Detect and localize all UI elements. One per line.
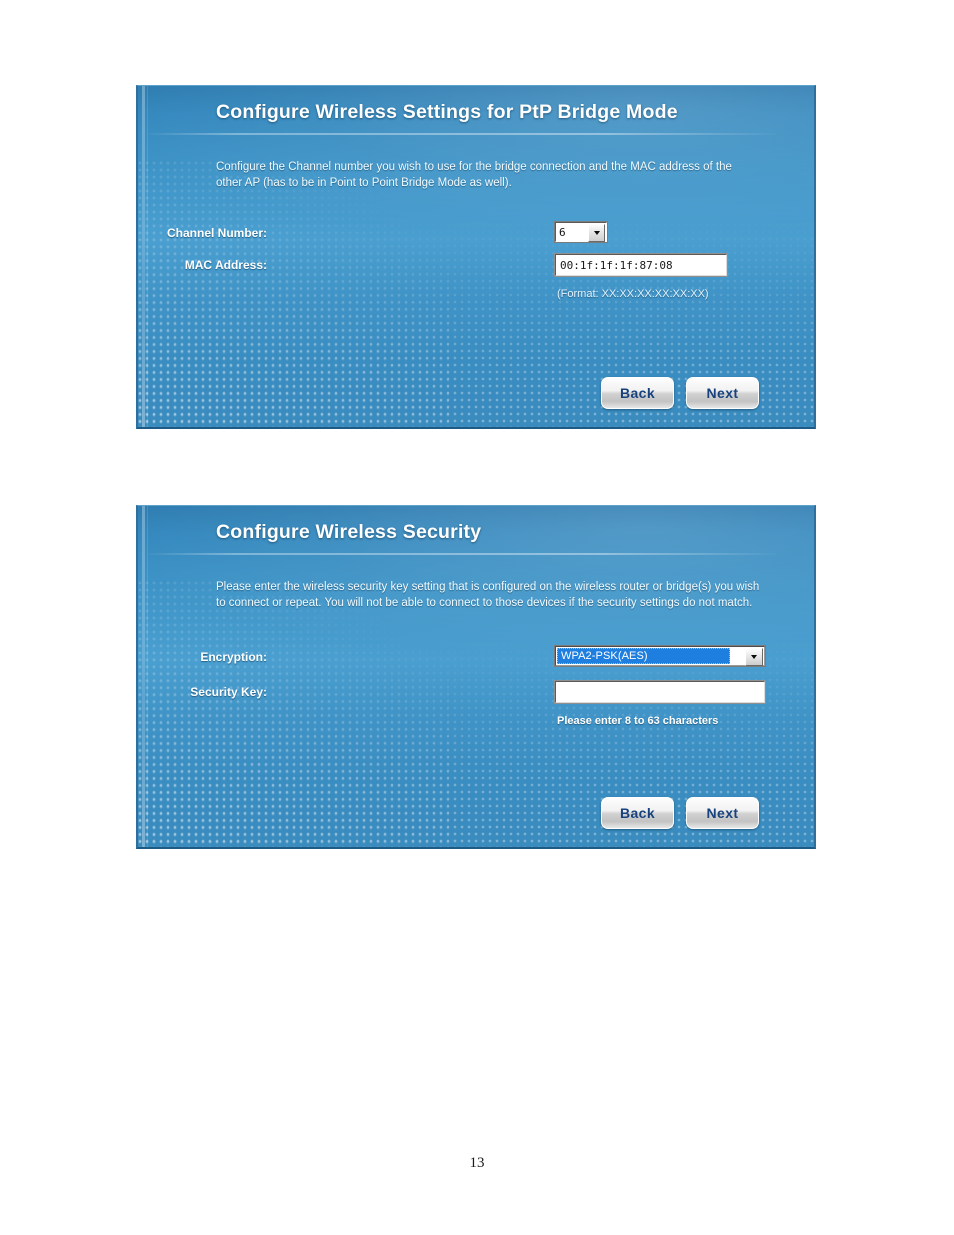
encryption-value: WPA2-PSK(AES) (561, 650, 648, 662)
mac-address-format-hint: (Format: XX:XX:XX:XX:XX:XX) (557, 288, 709, 300)
form-row-security-key: Security Key: (138, 680, 814, 715)
security-key-field-wrap (554, 680, 766, 704)
security-key-hint: Please enter 8 to 63 characters (557, 715, 719, 727)
page-title: Configure Wireless Settings for PtP Brid… (216, 101, 678, 123)
mac-address-input[interactable] (554, 253, 728, 277)
caret-glyph (593, 231, 600, 235)
back-button[interactable]: Back (601, 377, 674, 409)
form-area: Encryption: WPA2-PSK(AES) Security Key: (138, 645, 814, 727)
form-row-encryption: Encryption: WPA2-PSK(AES) (138, 645, 814, 681)
panel-description: Please enter the wireless security key s… (216, 581, 760, 609)
page-number: 13 (469, 1155, 485, 1171)
back-button[interactable]: Back (601, 797, 674, 829)
next-button[interactable]: Next (686, 797, 759, 829)
chevron-down-icon[interactable] (745, 648, 763, 666)
mac-address-label: MAC Address: (184, 258, 267, 272)
form-row-mac-address: MAC Address: (138, 253, 814, 288)
encryption-label: Encryption: (200, 650, 267, 664)
channel-number-select[interactable]: 6 (554, 221, 608, 243)
mac-address-field-wrap (554, 253, 728, 277)
encryption-select[interactable]: WPA2-PSK(AES) (554, 645, 766, 667)
title-divider (148, 133, 776, 135)
security-key-input[interactable] (554, 680, 766, 704)
form-row-channel-number: Channel Number: 6 (138, 221, 814, 254)
encryption-field-wrap: WPA2-PSK(AES) (554, 645, 766, 667)
channel-number-label: Channel Number: (166, 226, 267, 240)
wizard-panel-ptp-bridge: Configure Wireless Settings for PtP Brid… (136, 85, 816, 429)
wizard-panel-wireless-security: Configure Wireless Security Please enter… (136, 505, 816, 849)
next-button[interactable]: Next (686, 377, 759, 409)
channel-number-field-wrap: 6 (554, 221, 608, 243)
chevron-down-icon[interactable] (588, 224, 605, 242)
encryption-selected-row: WPA2-PSK(AES) (557, 648, 730, 664)
title-divider (148, 553, 776, 555)
security-key-label: Security Key: (190, 685, 267, 699)
panel-description: Configure the Channel number you wish to… (216, 161, 732, 189)
page-title: Configure Wireless Security (216, 521, 482, 543)
wizard-button-row: Back Next (601, 377, 759, 409)
caret-glyph (751, 655, 757, 659)
wizard-button-row: Back Next (601, 797, 759, 829)
form-area: Channel Number: 6 MAC Address: (Format: … (138, 221, 814, 300)
channel-number-value: 6 (559, 225, 566, 239)
